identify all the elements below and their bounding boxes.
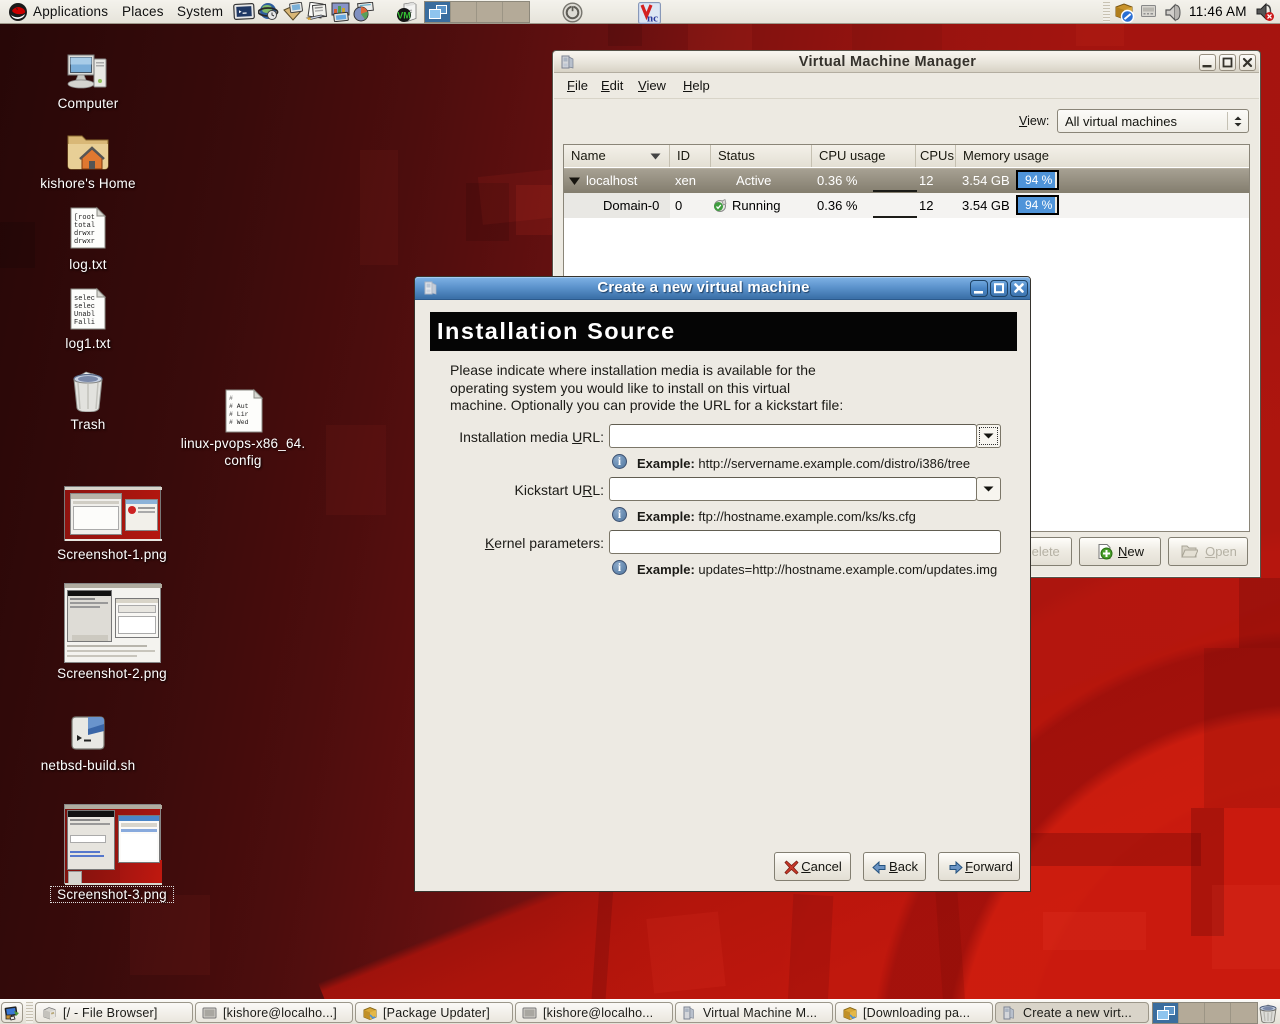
svg-text:VM: VM	[397, 11, 411, 21]
svg-text:nc: nc	[647, 13, 658, 25]
svg-text:total: total	[74, 222, 95, 230]
svg-text:Falli: Falli	[74, 319, 95, 327]
svg-text:#: #	[229, 395, 233, 402]
svg-text:# Lir: # Lir	[229, 411, 249, 418]
svg-text:drwxr: drwxr	[74, 230, 95, 238]
svg-text:selec: selec	[74, 295, 95, 303]
svg-text:# Aut: # Aut	[229, 403, 249, 410]
svg-text:drwxr: drwxr	[74, 238, 95, 246]
svg-text:selec: selec	[74, 303, 95, 311]
svg-text:Unabl: Unabl	[74, 311, 95, 319]
svg-text:# Wed: # Wed	[229, 419, 249, 426]
svg-text:[root: [root	[74, 214, 95, 222]
